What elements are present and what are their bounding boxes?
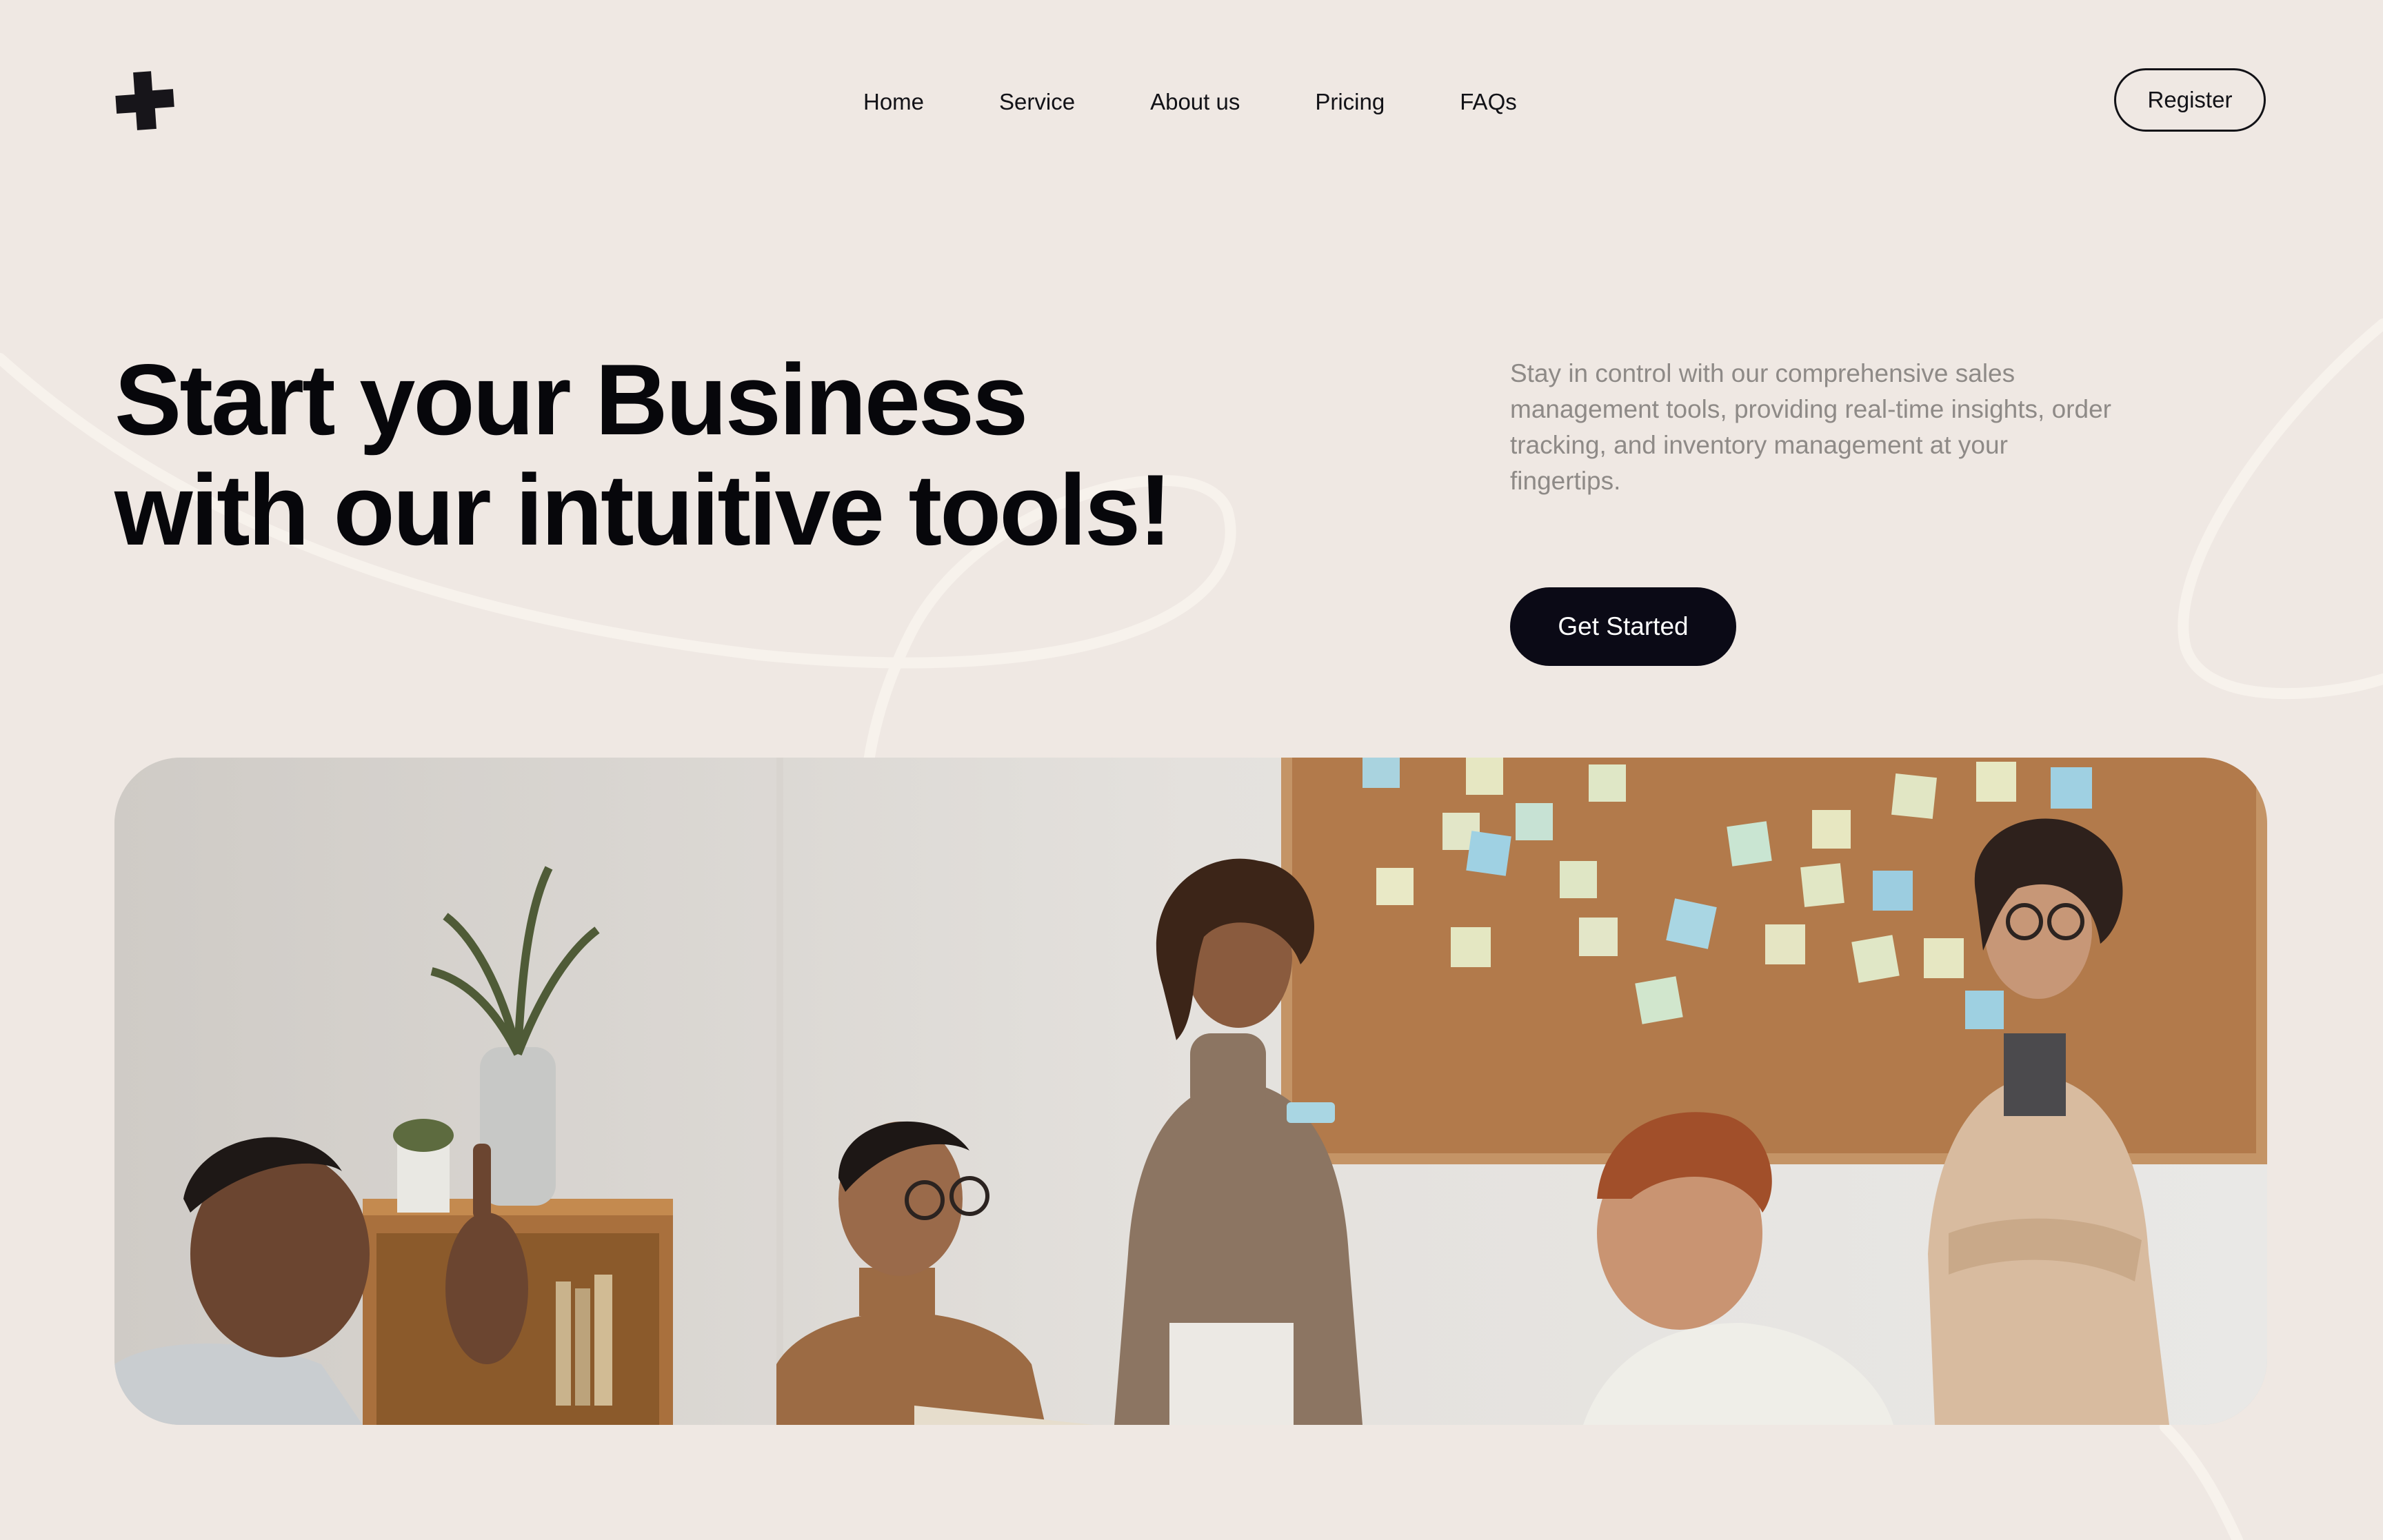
brand-logo-icon[interactable]	[114, 70, 175, 131]
nav-pricing[interactable]: Pricing	[1315, 83, 1385, 121]
get-started-button[interactable]: Get Started	[1510, 587, 1736, 666]
nav-about-us[interactable]: About us	[1150, 83, 1240, 121]
plant-small	[393, 1119, 454, 1213]
team-meeting-photo	[114, 758, 2267, 1425]
nav-faqs[interactable]: FAQs	[1460, 83, 1517, 121]
photo-illustration	[114, 758, 2267, 1425]
nav-service[interactable]: Service	[999, 83, 1075, 121]
hero-headline: Start your Business with our intuitive t…	[114, 345, 1356, 565]
main-nav: Home Service About us Pricing FAQs	[863, 83, 1517, 121]
hero-headline-line-1: Start your Business	[114, 343, 1028, 456]
nav-home[interactable]: Home	[863, 83, 924, 121]
hero-description: Stay in control with our comprehensive s…	[1510, 359, 2111, 495]
hero-headline-line-2: with our intuitive tools!	[114, 454, 1172, 566]
register-button[interactable]: Register	[2114, 68, 2266, 132]
